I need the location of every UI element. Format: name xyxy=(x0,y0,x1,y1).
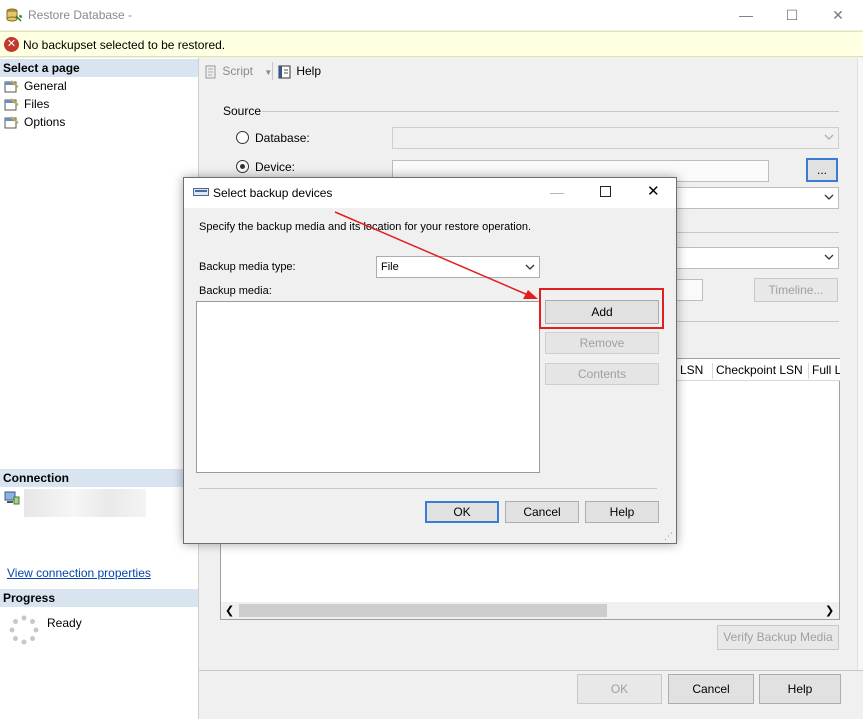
annotation-arrow-layer xyxy=(334,211,538,299)
annotation-arrow xyxy=(334,211,529,296)
